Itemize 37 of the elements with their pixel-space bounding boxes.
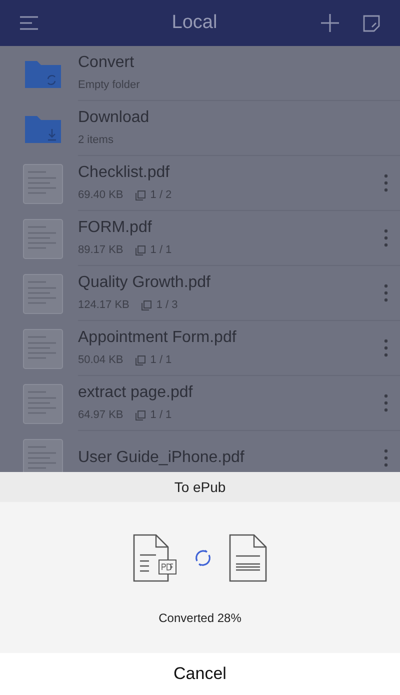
more-icon[interactable] xyxy=(384,174,388,192)
more-icon[interactable] xyxy=(384,284,388,302)
folder-icon xyxy=(24,114,62,144)
note-edit-icon[interactable] xyxy=(363,14,380,32)
pdf-document-icon xyxy=(133,534,177,582)
pages-icon xyxy=(135,410,146,420)
sheet-title: To ePub xyxy=(174,478,226,496)
document-thumbnail-icon xyxy=(23,274,63,314)
screen-title: Local xyxy=(170,10,218,35)
item-name[interactable]: Quality Growth.pdf xyxy=(78,272,384,293)
document-thumbnail-icon xyxy=(23,328,63,368)
more-icon[interactable] xyxy=(384,229,388,247)
item-name[interactable]: FORM.pdf xyxy=(78,218,384,238)
pages-icon xyxy=(141,300,152,310)
item-name[interactable]: Download xyxy=(78,108,392,128)
sync-icon xyxy=(193,548,213,568)
folder-icon xyxy=(24,58,62,88)
conversion-status: Converted 28% xyxy=(158,610,242,627)
cancel-button[interactable]: Cancel xyxy=(0,653,400,695)
pages-icon xyxy=(135,244,146,256)
item-name[interactable]: User Guide_iPhone.pdf xyxy=(78,448,384,468)
more-icon[interactable] xyxy=(384,394,388,412)
pages-icon xyxy=(135,190,146,200)
document-thumbnail-icon xyxy=(23,384,63,424)
item-name[interactable]: Convert xyxy=(78,52,392,73)
item-name[interactable]: extract page.pdf xyxy=(78,382,384,403)
document-thumbnail-icon xyxy=(23,218,63,258)
pages-icon xyxy=(135,354,146,366)
more-icon[interactable] xyxy=(384,339,388,357)
document-thumbnail-icon xyxy=(23,164,63,204)
more-icon[interactable] xyxy=(384,449,388,467)
item-name[interactable]: Appointment Form.pdf xyxy=(78,328,384,348)
document-thumbnail-icon xyxy=(23,438,63,472)
menu-icon[interactable] xyxy=(20,16,38,30)
add-icon[interactable] xyxy=(321,14,339,32)
item-name[interactable]: Checklist.pdf xyxy=(78,162,384,183)
document-icon xyxy=(229,534,267,582)
